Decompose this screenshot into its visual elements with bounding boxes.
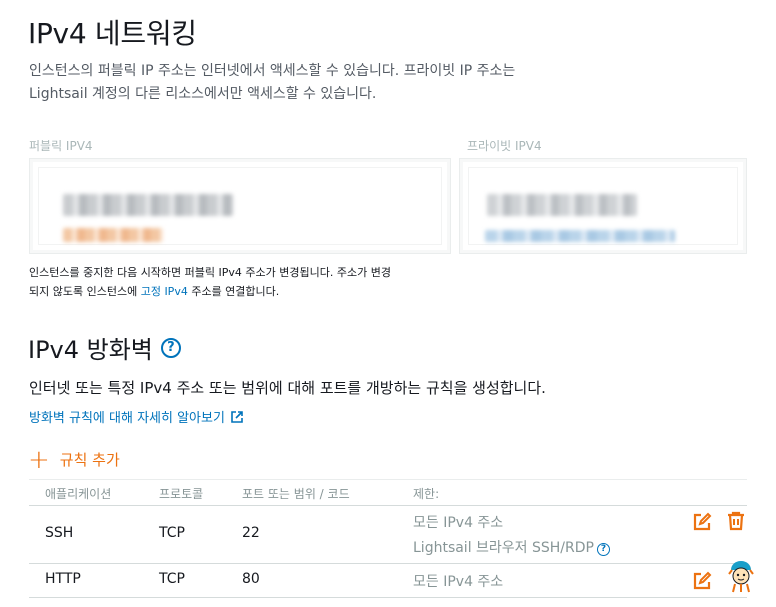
edit-icon[interactable] bbox=[692, 512, 712, 532]
private-ip-card bbox=[459, 158, 747, 254]
public-ip-tag-redacted bbox=[63, 228, 163, 242]
public-ip-value-redacted bbox=[63, 194, 233, 216]
plus-icon: + bbox=[28, 444, 50, 475]
page-title: IPv4 네트워킹 bbox=[28, 17, 197, 50]
learn-more-link[interactable]: 방화벽 규칙에 대해 자세히 알아보기 bbox=[29, 407, 243, 426]
column-restriction: 제한: bbox=[413, 487, 440, 501]
edit-icon[interactable] bbox=[692, 571, 712, 591]
external-link-icon bbox=[231, 410, 243, 423]
firewall-rules-table: 애플리케이션 프로토콜 포트 또는 범위 / 코드 제한: SSH TCP 22… bbox=[29, 479, 747, 598]
row-restriction-2: Lightsail 브라우저 SSH/RDP? bbox=[413, 537, 610, 557]
table-row: SSH TCP 22 모든 IPv4 주소 Lightsail 브라우저 SSH… bbox=[29, 506, 747, 564]
ip-change-note: 인스턴스를 중지한 다음 시작하면 퍼블릭 IPv4 주소가 변경됩니다. 주소… bbox=[29, 263, 449, 301]
firewall-title-row: IPv4 방화벽 ? bbox=[28, 330, 181, 365]
learn-more-label: 방화벽 규칙에 대해 자세히 알아보기 bbox=[29, 411, 225, 426]
private-ip-link-redacted bbox=[485, 230, 675, 242]
info-help-icon[interactable]: ? bbox=[596, 542, 610, 556]
intro-line-1: 인스턴스의 퍼블릭 IP 주소는 인터넷에서 액세스할 수 있습니다. 프라이빗… bbox=[29, 63, 516, 79]
row-restriction-1: 모든 IPv4 주소 bbox=[413, 515, 504, 531]
browser-ssh-label: Lightsail 브라우저 SSH/RDP bbox=[413, 540, 594, 556]
intro-line-2: Lightsail 계정의 다른 리소스에서만 액세스할 수 있습니다. bbox=[29, 86, 377, 102]
note-line-2: 되지 않도록 인스턴스에 고정 IPv4 주소를 연결합니다. bbox=[29, 282, 449, 301]
note-text-post: 주소를 연결합니다. bbox=[187, 285, 280, 298]
firewall-description: 인터넷 또는 특정 IPv4 주소 또는 범위에 대해 포트를 개방하는 규칙을… bbox=[29, 379, 546, 397]
add-rule-label: 규칙 추가 bbox=[59, 451, 120, 469]
help-icon[interactable]: ? bbox=[160, 337, 181, 358]
note-text-pre: 되지 않도록 인스턴스에 bbox=[29, 285, 141, 298]
row-application: SSH bbox=[45, 525, 74, 541]
column-port: 포트 또는 범위 / 코드 bbox=[242, 487, 350, 501]
mascot-icon bbox=[728, 561, 754, 593]
column-protocol: 프로토콜 bbox=[159, 487, 204, 501]
trash-icon[interactable] bbox=[726, 511, 746, 531]
add-rule-button[interactable]: + 규칙 추가 bbox=[28, 444, 120, 475]
static-ip-link[interactable]: 고정 IPv4 bbox=[141, 285, 188, 298]
column-application: 애플리케이션 bbox=[45, 487, 112, 501]
table-header: 애플리케이션 프로토콜 포트 또는 범위 / 코드 제한: bbox=[29, 479, 747, 506]
intro-text: 인스턴스의 퍼블릭 IP 주소는 인터넷에서 액세스할 수 있습니다. 프라이빗… bbox=[29, 60, 669, 106]
private-ip-value-redacted bbox=[487, 194, 637, 216]
row-port: 80 bbox=[242, 571, 260, 587]
table-row: HTTP TCP 80 모든 IPv4 주소 bbox=[29, 564, 747, 598]
note-line-1: 인스턴스를 중지한 다음 시작하면 퍼블릭 IPv4 주소가 변경됩니다. 주소… bbox=[29, 266, 391, 279]
row-application: HTTP bbox=[45, 571, 81, 587]
public-ip-card bbox=[29, 158, 451, 254]
private-ip-card-inner bbox=[468, 167, 738, 245]
row-restriction-1: 모든 IPv4 주소 bbox=[413, 574, 504, 590]
public-ip-label: 퍼블릭 IPV4 bbox=[29, 139, 93, 153]
public-ip-card-inner bbox=[38, 167, 442, 245]
private-ip-label: 프라이빗 IPV4 bbox=[467, 139, 542, 153]
row-protocol: TCP bbox=[159, 525, 185, 541]
firewall-title: IPv4 방화벽 bbox=[28, 336, 153, 364]
row-port: 22 bbox=[242, 525, 260, 541]
row-protocol: TCP bbox=[159, 571, 185, 587]
